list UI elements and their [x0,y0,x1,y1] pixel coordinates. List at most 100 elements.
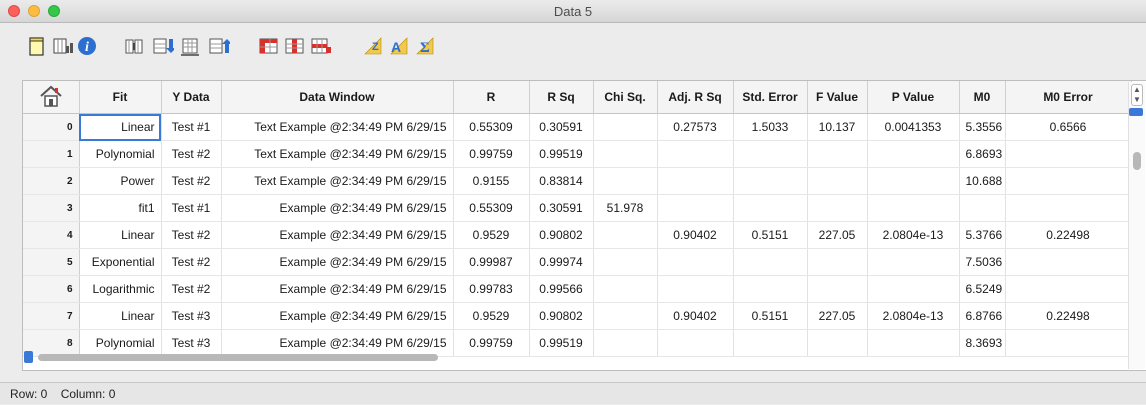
cell-data-window[interactable]: Example @2:34:49 PM 6/29/15 [221,221,454,249]
cell-r-sq[interactable]: 0.99566 [529,275,594,303]
cell-m0[interactable]: 6.8693 [959,140,1006,168]
cell-fit[interactable]: Exponential [79,248,162,276]
home-corner-button[interactable] [23,81,80,114]
cell-chi-sq[interactable] [593,113,658,141]
table-row[interactable]: 2 Power Test #2 Text Example @2:34:49 PM 6/… [23,167,1132,195]
table-row[interactable]: 5 Exponential Test #2 Example @2:34:49 PM 6… [23,248,1132,276]
cell-m0-error[interactable] [1005,194,1132,222]
cell-r[interactable]: 0.55309 [453,113,530,141]
cell-data-window[interactable]: Example @2:34:49 PM 6/29/15 [221,194,454,222]
cell-m0[interactable]: 5.3556 [959,113,1006,141]
cell-y-data[interactable]: Test #1 [161,113,222,141]
cell-fit[interactable]: fit1 [79,194,162,222]
cell-p-value[interactable] [867,140,960,168]
table-row[interactable]: 1 Polynomial Test #2 Text Example @2:34:49 … [23,140,1132,168]
cell-std-error[interactable] [733,167,808,195]
cell-fit[interactable]: Power [79,167,162,195]
cell-f-value[interactable]: 227.05 [807,302,868,330]
cell-chi-sq[interactable] [593,140,658,168]
cell-chi-sq[interactable] [593,248,658,276]
cell-m0-error[interactable] [1005,167,1132,195]
cell-m0-error[interactable]: 0.22498 [1005,221,1132,249]
horizontal-scroll-thumb[interactable] [38,354,438,361]
cell-r[interactable]: 0.55309 [453,194,530,222]
cell-adj-r-sq[interactable]: 0.90402 [657,221,734,249]
cell-data-window[interactable]: Example @2:34:49 PM 6/29/15 [221,248,454,276]
cell-y-data[interactable]: Test #2 [161,140,222,168]
info-icon[interactable]: i [76,35,98,57]
cell-r-sq[interactable]: 0.90802 [529,221,594,249]
cell-chi-sq[interactable]: 51.978 [593,194,658,222]
horizontal-scrollbar[interactable] [22,350,1122,364]
cell-m0-error[interactable] [1005,248,1132,276]
cell-adj-r-sq[interactable] [657,248,734,276]
row-number[interactable]: 3 [23,194,80,222]
table-row[interactable]: 3 fit1 Test #1 Example @2:34:49 PM 6/29/15 0… [23,194,1132,222]
cell-chi-sq[interactable] [593,221,658,249]
cell-y-data[interactable]: Test #2 [161,248,222,276]
cell-m0[interactable] [959,194,1006,222]
new-sheet-icon[interactable] [26,35,48,57]
cell-p-value[interactable] [867,275,960,303]
cell-adj-r-sq[interactable] [657,194,734,222]
table-row[interactable]: 0 Linear Test #1 Text Example @2:34:49 PM 6… [23,113,1132,141]
cell-f-value[interactable] [807,248,868,276]
cell-r-sq[interactable]: 0.99519 [529,140,594,168]
column-header-data-window[interactable]: Data Window [221,81,454,114]
cell-data-window[interactable]: Text Example @2:34:49 PM 6/29/15 [221,167,454,195]
cell-m0[interactable]: 6.8766 [959,302,1006,330]
cell-p-value[interactable] [867,248,960,276]
red-grid-columns-icon[interactable] [284,35,306,57]
cell-std-error[interactable]: 1.5033 [733,113,808,141]
insert-columns-icon[interactable] [124,35,146,57]
column-header-r[interactable]: R [453,81,530,114]
column-header-m0[interactable]: M0 [959,81,1006,114]
cell-m0[interactable]: 5.3766 [959,221,1006,249]
cell-p-value[interactable]: 2.0804e-13 [867,302,960,330]
cell-y-data[interactable]: Test #2 [161,167,222,195]
cell-std-error[interactable]: 0.5151 [733,221,808,249]
row-number[interactable]: 2 [23,167,80,195]
row-number[interactable]: 7 [23,302,80,330]
cell-r[interactable]: 0.99759 [453,140,530,168]
cell-p-value[interactable] [867,167,960,195]
cell-r[interactable]: 0.9529 [453,302,530,330]
cell-r-sq[interactable]: 0.99974 [529,248,594,276]
cell-fit[interactable]: Linear [79,221,162,249]
row-number[interactable]: 5 [23,248,80,276]
cell-y-data[interactable]: Test #2 [161,275,222,303]
cell-chi-sq[interactable] [593,275,658,303]
table-row[interactable]: 4 Linear Test #2 Example @2:34:49 PM 6/29/1… [23,221,1132,249]
cell-adj-r-sq[interactable]: 0.90402 [657,302,734,330]
plot-data-icon[interactable] [52,35,74,57]
cell-r-sq[interactable]: 0.90802 [529,302,594,330]
cell-fit[interactable]: Logarithmic [79,275,162,303]
cell-std-error[interactable] [733,194,808,222]
cell-adj-r-sq[interactable]: 0.27573 [657,113,734,141]
row-number[interactable]: 6 [23,275,80,303]
red-grid-rows-icon[interactable] [310,35,332,57]
delete-columns-icon[interactable] [180,35,202,57]
cell-fit[interactable]: Linear [79,302,162,330]
column-header-chi-sq[interactable]: Chi Sq. [593,81,658,114]
sort-z-icon[interactable]: Z [362,35,384,57]
cell-f-value[interactable] [807,194,868,222]
export-rows-icon[interactable] [208,35,230,57]
vertical-scrollbar[interactable]: ▲ ▼ [1128,82,1145,369]
cell-adj-r-sq[interactable] [657,140,734,168]
table-row[interactable]: 7 Linear Test #3 Example @2:34:49 PM 6/29/1… [23,302,1132,330]
cell-m0-error[interactable]: 0.22498 [1005,302,1132,330]
column-header-y-data[interactable]: Y Data [161,81,222,114]
column-header-std-error[interactable]: Std. Error [733,81,808,114]
cell-f-value[interactable]: 227.05 [807,221,868,249]
cell-y-data[interactable]: Test #3 [161,302,222,330]
cell-adj-r-sq[interactable] [657,275,734,303]
cell-p-value[interactable]: 2.0804e-13 [867,221,960,249]
cell-data-window[interactable]: Example @2:34:49 PM 6/29/15 [221,302,454,330]
cell-m0[interactable]: 7.5036 [959,248,1006,276]
red-grid-icon[interactable] [258,35,280,57]
sort-a-icon[interactable]: A [388,35,410,57]
cell-std-error[interactable] [733,248,808,276]
cell-m0[interactable]: 6.5249 [959,275,1006,303]
cell-p-value[interactable]: 0.0041353 [867,113,960,141]
